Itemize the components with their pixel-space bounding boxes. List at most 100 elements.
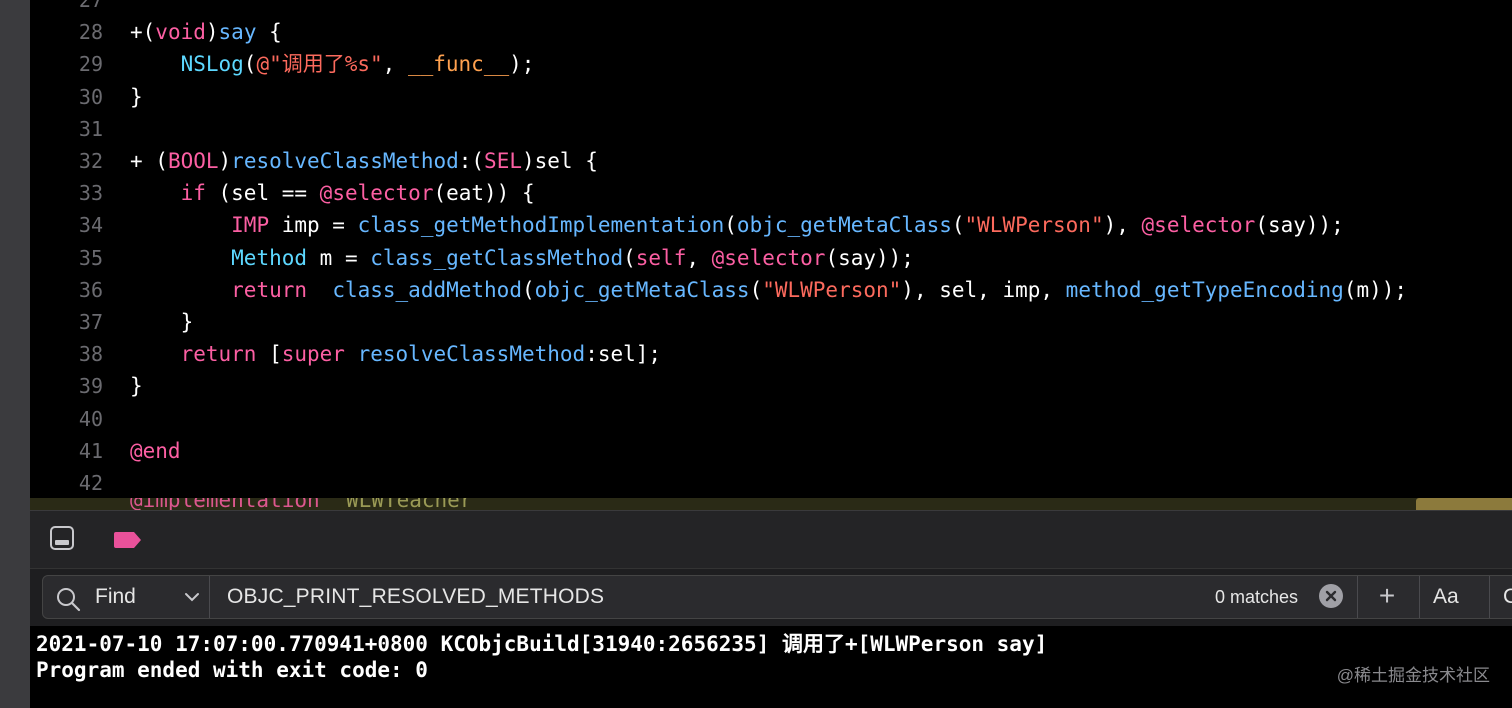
line-number: 33 [78,181,103,206]
code-token: @"调用了%s" [256,52,383,77]
code-line[interactable]: 40 [30,403,1512,435]
line-number: 31 [78,116,103,141]
line-number: 36 [78,277,103,302]
code-token: ( [623,245,636,270]
code-token: { [256,20,282,45]
code-token: void [155,20,206,45]
code-line[interactable]: 30} [30,81,1512,113]
code-text: return class_addMethod(objc_getMetaClass… [130,274,1407,306]
code-line[interactable]: 34 IMP imp = class_getMethodImplementati… [30,209,1512,241]
chevron-down-icon[interactable] [183,588,201,606]
code-token: "WLWPerson" [964,213,1104,238]
code-token: "WLWPerson" [762,277,902,302]
code-token: +( [130,20,156,45]
code-token: (sel == [205,181,320,206]
code-text: Method m = class_getClassMethod(self, @s… [130,242,914,274]
code-token: ( [749,277,763,302]
code-token: ) [218,149,232,173]
find-field: Find OBJC_PRINT_RESOLVED_METHODS 0 match… [42,575,1512,619]
code-line[interactable]: 42 [30,467,1512,498]
code-token: (say)); [825,245,914,270]
code-token: class_addMethod [332,277,522,302]
code-token: ) [205,20,219,45]
code-token: , [382,52,408,77]
code-line[interactable]: 29 NSLog(@"调用了%s", __func__); [30,48,1512,80]
match-case-button[interactable]: Aa [1433,576,1459,618]
code-token: @selector [1141,213,1256,238]
code-token: [ [256,342,282,367]
code-editor[interactable]: 27 28 +(void)say {29 NSLog(@"调用了%s", __fun… [30,0,1512,498]
code-line[interactable]: 39} [30,370,1512,402]
code-token: @selector [711,245,826,270]
line-number: 29 [78,52,103,77]
code-token: IMP [231,213,270,238]
code-line[interactable]: 37 } [30,306,1512,338]
breakpoint-icon[interactable] [112,531,142,549]
code-token: self [635,245,687,270]
code-text: return [super resolveClassMethod:sel]; [130,338,661,370]
code-line[interactable]: 28 +(void)say { [30,16,1512,48]
watermark: @稀土掘金技术社区 [1336,666,1490,685]
line-number: 30 [78,84,103,109]
code-text: } [130,81,143,113]
code-token: } [130,374,143,399]
code-token: objc_getMetaClass [736,213,952,238]
code-token: return [180,342,257,367]
code-text: if (sel == @selector(eat)) { [130,177,535,209]
code-text: NSLog(@"调用了%s", __func__); [130,48,535,80]
line-number: 34 [78,213,103,238]
match-count: 0 matches [1215,587,1299,607]
code-token: ( [521,277,535,302]
line-number: 32 [78,149,103,173]
find-query-input[interactable]: OBJC_PRINT_RESOLVED_METHODS [227,576,604,618]
next-option-button[interactable]: C [1503,576,1512,618]
code-token: class_getMethodImplementation [357,213,725,238]
code-line[interactable]: 35 Method m = class_getClassMethod(self,… [30,242,1512,274]
code-token: say [218,20,257,45]
code-line[interactable]: 27 [30,0,1512,16]
code-line[interactable]: 36 return class_addMethod(objc_getMetaCl… [30,274,1512,306]
add-pattern-button[interactable]: + [1371,576,1403,618]
code-line[interactable]: 32 + (BOOL)resolveClassMethod:(SEL)sel { [30,145,1512,177]
line-number: 28 [78,20,103,45]
code-token: if [180,181,206,206]
code-token: :sel]; [585,342,662,367]
clear-icon[interactable] [1319,584,1343,608]
find-mode-dropdown[interactable]: Find [95,576,136,618]
code-token: BOOL [167,149,219,173]
code-token: class_getClassMethod [370,245,624,270]
console-line: Program ended with exit code: 0 [36,658,428,682]
divider [1357,576,1358,618]
code-line[interactable]: 38 return [super resolveClassMethod:sel]… [30,338,1512,370]
bottom-panel-toggle-icon[interactable] [50,526,74,550]
line-number: 41 [78,438,103,463]
code-token: objc_getMetaClass [534,277,750,302]
console-output[interactable]: 2021-07-10 17:07:00.770941+0800 KCObjcBu… [30,626,1512,708]
code-token: method_getTypeEncoding [1065,277,1344,302]
code-text: +(void)say { [130,16,282,48]
line-number: 38 [78,342,103,367]
code-token: resolveClassMethod [231,149,459,173]
code-token: } [130,84,143,109]
line-number: 42 [78,471,103,495]
code-line[interactable]: 33 if (sel == @selector(eat)) { [30,177,1512,209]
code-line[interactable]: 41 @end [30,435,1512,467]
code-token: ( [951,213,965,238]
code-token: super [281,342,345,367]
code-text: IMP imp = class_getMethodImplementation(… [130,209,1344,241]
code-token: :( [458,149,485,173]
code-line[interactable]: 31 [30,113,1512,145]
code-token: (say)); [1255,213,1344,238]
divider [1419,576,1420,618]
line-annotation-tag [1416,498,1512,510]
line-number: 40 [78,406,103,431]
console-line: 2021-07-10 17:07:00.770941+0800 KCObjcBu… [36,632,1048,656]
code-token: ( [724,213,737,238]
